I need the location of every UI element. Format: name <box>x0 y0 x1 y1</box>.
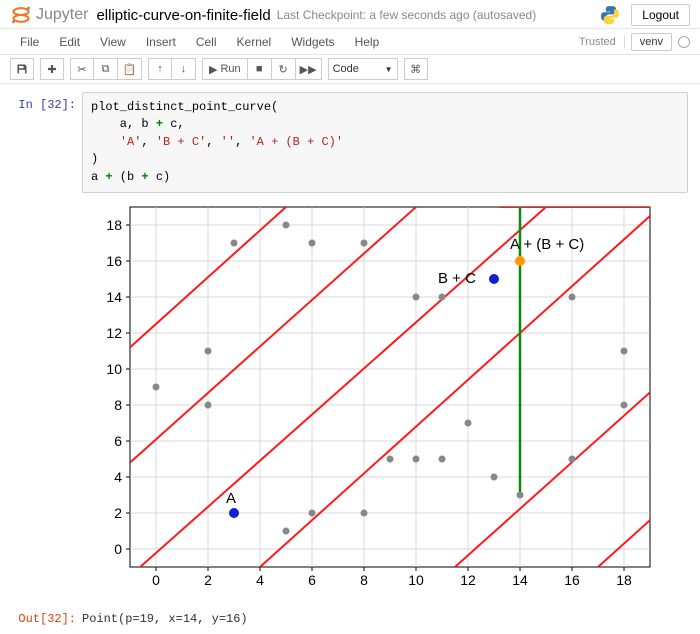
celltype-label: Code <box>333 63 359 75</box>
svg-text:8: 8 <box>114 397 122 413</box>
svg-text:14: 14 <box>106 289 122 305</box>
checkpoint-status: Last Checkpoint: a few seconds ago (auto… <box>277 8 537 22</box>
menu-cell[interactable]: Cell <box>186 31 227 53</box>
svg-text:2: 2 <box>204 572 212 588</box>
svg-text:12: 12 <box>460 572 476 588</box>
menu-kernel[interactable]: Kernel <box>227 31 282 53</box>
svg-text:12: 12 <box>106 325 122 341</box>
menu-widgets[interactable]: Widgets <box>281 31 344 53</box>
svg-text:6: 6 <box>308 572 316 588</box>
paste-button[interactable]: 📋 <box>118 58 142 80</box>
trusted-indicator[interactable]: Trusted <box>579 36 625 48</box>
input-prompt: In [32]: <box>12 92 82 112</box>
move-down-button[interactable]: ↓ <box>172 58 196 80</box>
chevron-down-icon: ▼ <box>385 65 393 74</box>
svg-text:0: 0 <box>152 572 160 588</box>
run-label: Run <box>220 63 240 75</box>
svg-text:10: 10 <box>408 572 424 588</box>
kernel-name-button[interactable]: venv <box>631 33 672 51</box>
svg-text:10: 10 <box>106 361 122 377</box>
svg-text:6: 6 <box>114 433 122 449</box>
svg-text:B + C: B + C <box>438 270 476 287</box>
restart-button[interactable]: ↻ <box>272 58 296 80</box>
svg-text:16: 16 <box>106 253 122 269</box>
svg-text:0: 0 <box>114 541 122 557</box>
code-input-area[interactable]: plot_distinct_point_curve( a, b + c, 'A'… <box>82 92 688 193</box>
menu-file[interactable]: File <box>10 31 49 53</box>
notebook-name[interactable]: elliptic-curve-on-finite-field <box>96 7 270 24</box>
svg-text:18: 18 <box>616 572 632 588</box>
svg-text:2: 2 <box>114 505 122 521</box>
output-prompt: Out[32]: <box>12 606 82 626</box>
svg-text:4: 4 <box>114 469 122 485</box>
chart-prompt-spacer <box>12 197 82 203</box>
logout-button[interactable]: Logout <box>631 4 690 26</box>
svg-text:8: 8 <box>360 572 368 588</box>
kernel-idle-icon[interactable] <box>678 36 690 48</box>
svg-text:4: 4 <box>256 572 264 588</box>
interrupt-button[interactable]: ■ <box>248 58 272 80</box>
chart-output: 0 2 4 6 8 10 12 14 16 18 0 2 4 6 8 10 12 14 16 18 A B + C A + … <box>82 197 662 600</box>
celltype-select[interactable]: Code ▼ <box>328 58 398 80</box>
run-button[interactable]: ▶ Run <box>202 58 248 80</box>
output-text: Point(p=19, x=14, y=16) <box>82 606 248 626</box>
copy-button[interactable]: ⧉ <box>94 58 118 80</box>
restart-run-all-button[interactable]: ▶▶ <box>296 58 322 80</box>
svg-text:A: A <box>226 490 236 507</box>
menu-view[interactable]: View <box>90 31 136 53</box>
svg-text:A + (B + C): A + (B + C) <box>510 236 584 253</box>
command-palette-button[interactable]: ⌘ <box>404 58 428 80</box>
python-kernel-icon <box>599 4 621 26</box>
svg-text:18: 18 <box>106 217 122 233</box>
menu-help[interactable]: Help <box>345 31 390 53</box>
save-button[interactable] <box>10 58 34 80</box>
menu-insert[interactable]: Insert <box>136 31 186 53</box>
cut-button[interactable]: ✂ <box>70 58 94 80</box>
jupyter-word: Jupyter <box>36 6 88 24</box>
svg-text:14: 14 <box>512 572 528 588</box>
move-up-button[interactable]: ↑ <box>148 58 172 80</box>
insert-cell-button[interactable]: ✚ <box>40 58 64 80</box>
jupyter-logo[interactable]: Jupyter <box>10 4 88 26</box>
kernel-name-label: venv <box>640 36 663 48</box>
svg-text:16: 16 <box>564 572 580 588</box>
menu-edit[interactable]: Edit <box>49 31 90 53</box>
